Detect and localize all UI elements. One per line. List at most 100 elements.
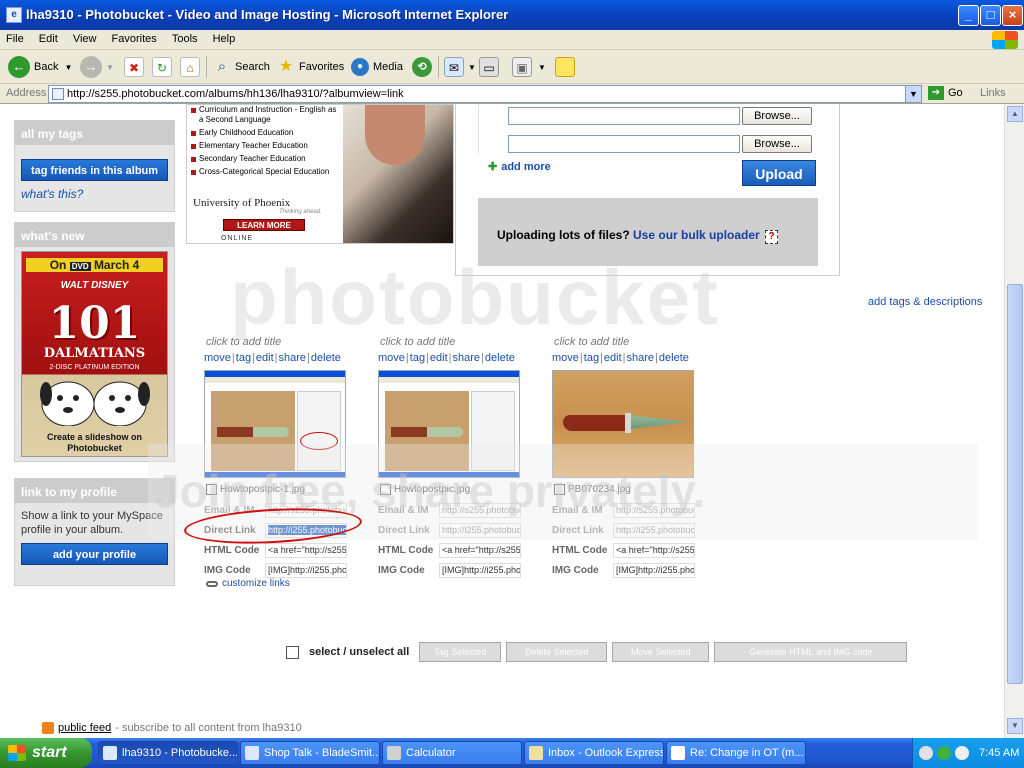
share-link[interactable]: share	[627, 352, 655, 364]
edit-link[interactable]: edit	[430, 352, 448, 364]
tag-selected-button[interactable]: Tag Selected	[419, 642, 502, 662]
go-button[interactable]: ➔ Go	[928, 86, 963, 100]
menu-file[interactable]: File	[0, 30, 30, 45]
img-code-field[interactable]: [IMG]http://i255.photobucket.com	[613, 562, 695, 578]
stop-button[interactable]: ✖	[124, 54, 144, 80]
rss-feed-icon	[42, 722, 54, 734]
file-input-1[interactable]	[508, 107, 740, 125]
chevron-down-icon[interactable]: ▼	[905, 86, 921, 102]
html-code-field[interactable]: <a href="http://s255.photobucket.com	[613, 542, 695, 558]
address-field[interactable]: http://s255.photobucket.com/albums/hh136…	[48, 85, 922, 103]
start-button[interactable]: start	[0, 738, 92, 768]
tags-box: all my tags tag friends in this album wh…	[14, 120, 175, 212]
window-title: lha9310 - Photobucket - Video and Image …	[26, 7, 509, 22]
search-button[interactable]: ⌕ Search	[212, 54, 270, 80]
edit-button[interactable]: ▣ ▼	[512, 54, 546, 80]
print-button[interactable]: ▭	[479, 54, 499, 80]
edit-link[interactable]: edit	[256, 352, 274, 364]
menu-edit[interactable]: Edit	[33, 30, 64, 45]
dropdown-arrow-icon[interactable]: ▼	[64, 63, 72, 72]
move-link[interactable]: move	[552, 352, 579, 364]
html-code-field[interactable]: <a href="http://s255.photobucket.com	[265, 542, 347, 558]
refresh-button[interactable]: ↻	[152, 54, 172, 80]
share-link[interactable]: share	[279, 352, 307, 364]
move-link[interactable]: move	[204, 352, 231, 364]
dropdown-arrow-icon[interactable]: ▼	[538, 63, 546, 72]
generate-codes-button[interactable]: Generate HTML and IMG code	[714, 642, 908, 662]
taskbar-item-photobucket[interactable]: lha9310 - Photobucke...	[98, 741, 238, 765]
bulk-actions-bar: select / unselect all Tag Selected Delet…	[286, 642, 912, 662]
dropdown-arrow-icon[interactable]: ▼	[106, 63, 114, 72]
vertical-scrollbar[interactable]: ▲ ▼	[1004, 104, 1024, 738]
public-feed-link[interactable]: public feed	[58, 722, 111, 734]
menu-tools[interactable]: Tools	[166, 30, 204, 45]
history-button[interactable]: ⟲	[412, 54, 432, 80]
move-link[interactable]: move	[378, 352, 405, 364]
links-toolbar[interactable]: Links	[980, 87, 1006, 99]
media-button[interactable]: ● Media	[351, 54, 403, 80]
share-link[interactable]: share	[453, 352, 481, 364]
img-code-field[interactable]: [IMG]http://i255.photobucket.com	[439, 562, 521, 578]
close-button[interactable]: ×	[1002, 5, 1023, 26]
add-profile-button[interactable]: add your profile	[21, 543, 168, 565]
edit-page-icon: ▣	[512, 57, 532, 77]
delete-link[interactable]: delete	[311, 352, 341, 364]
taskbar-item-outlook[interactable]: Inbox - Outlook Express	[524, 741, 664, 765]
learn-more-button[interactable]: LEARN MORE	[223, 219, 305, 231]
favorites-button[interactable]: ★ Favorites	[276, 54, 344, 80]
delete-link[interactable]: delete	[659, 352, 689, 364]
menu-view[interactable]: View	[67, 30, 103, 45]
taskbar-item-re-change[interactable]: Re: Change in OT (m...	[666, 741, 806, 765]
messenger-button[interactable]	[555, 54, 575, 80]
taskbar-item-calculator[interactable]: Calculator	[382, 741, 522, 765]
delete-selected-button[interactable]: Delete Selected	[506, 642, 608, 662]
browse-button-1[interactable]: Browse...	[742, 107, 812, 125]
img-code-label: IMG Code	[204, 564, 251, 576]
help-icon[interactable]: ?	[765, 230, 779, 244]
scrollbar-thumb[interactable]	[1007, 284, 1023, 684]
bulk-uploader-link[interactable]: Use our bulk uploader	[633, 228, 760, 242]
maximize-button[interactable]: □	[980, 5, 1001, 26]
university-ad[interactable]: Curriculum and Instruction - English as …	[186, 104, 454, 244]
dropdown-arrow-icon[interactable]: ▼	[468, 63, 476, 72]
file-input-2[interactable]	[508, 135, 740, 153]
tray-volume-icon[interactable]	[955, 746, 969, 760]
photo-actions: move|tag|edit|share|delete	[552, 352, 689, 364]
scroll-down-arrow-icon[interactable]: ▼	[1007, 718, 1023, 734]
menu-favorites[interactable]: Favorites	[106, 30, 163, 45]
click-to-add-title[interactable]: click to add title	[204, 336, 374, 348]
tag-link[interactable]: tag	[584, 352, 599, 364]
click-to-add-title[interactable]: click to add title	[378, 336, 548, 348]
customize-links[interactable]: customize links	[206, 578, 290, 589]
menu-help[interactable]: Help	[207, 30, 242, 45]
taskbar-item-shop-talk[interactable]: Shop Talk - BladeSmit...	[240, 741, 380, 765]
home-button[interactable]: ⌂	[180, 54, 200, 80]
move-selected-button[interactable]: Move Selected	[612, 642, 710, 662]
add-more-link[interactable]: ✚ add more	[488, 160, 551, 173]
click-to-add-title[interactable]: click to add title	[552, 336, 722, 348]
minimize-button[interactable]: _	[958, 5, 979, 26]
mail-button[interactable]: ✉ ▼	[444, 54, 476, 80]
forward-button[interactable]: → ▼	[80, 54, 114, 80]
edit-link[interactable]: edit	[604, 352, 622, 364]
tag-friends-button[interactable]: tag friends in this album	[21, 159, 168, 181]
tag-link[interactable]: tag	[410, 352, 425, 364]
scroll-up-arrow-icon[interactable]: ▲	[1007, 106, 1023, 122]
dalmatians-promo[interactable]: On DVD March 4 WALT DISNEY 101 DALMATIAN…	[21, 251, 168, 457]
add-tags-link[interactable]: add tags & descriptions	[868, 296, 982, 308]
back-button[interactable]: ← Back ▼	[8, 54, 72, 80]
img-code-field[interactable]: [IMG]http://i255.photobucket.com	[265, 562, 347, 578]
taskbar: start lha9310 - Photobucke... Shop Talk …	[0, 738, 1024, 768]
tag-link[interactable]: tag	[236, 352, 251, 364]
public-feed: public feed - subscribe to all content f…	[42, 722, 302, 734]
tray-network-icon[interactable]	[919, 746, 933, 760]
select-all-checkbox[interactable]	[286, 645, 299, 659]
html-code-field[interactable]: <a href="http://s255.photobucket.com	[439, 542, 521, 558]
delete-link[interactable]: delete	[485, 352, 515, 364]
whats-this-link[interactable]: what's this?	[21, 187, 168, 201]
upload-button[interactable]: Upload	[742, 160, 816, 186]
browse-button-2[interactable]: Browse...	[742, 135, 812, 153]
select-all-label[interactable]: select / unselect all	[309, 646, 409, 658]
tray-shield-icon[interactable]	[937, 746, 951, 760]
ad-program-list: Curriculum and Instruction - English as …	[191, 105, 341, 180]
